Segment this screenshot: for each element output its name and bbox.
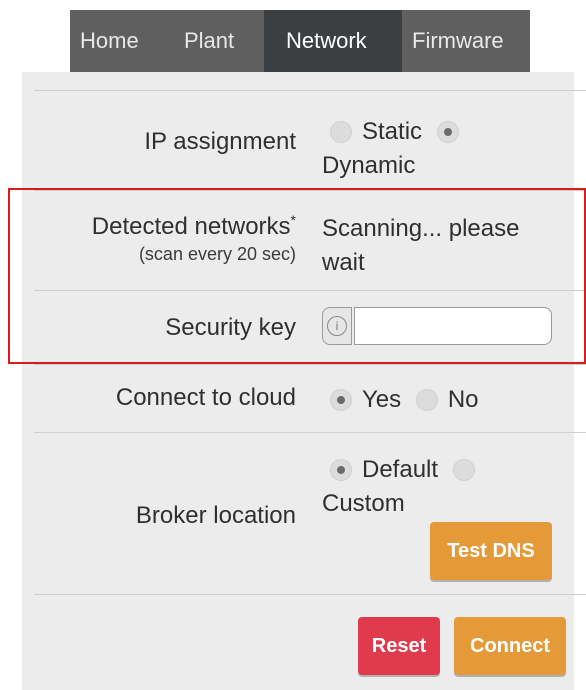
tab-firmware[interactable]: Firmware bbox=[402, 10, 530, 72]
required-mark: * bbox=[290, 212, 296, 228]
no-option-label: No bbox=[447, 385, 479, 413]
broker-location-group: Default Custom bbox=[322, 452, 552, 521]
reset-button[interactable]: Reset bbox=[358, 617, 440, 675]
yes-option-label: Yes bbox=[362, 385, 402, 413]
radio-broker-custom[interactable] bbox=[452, 458, 475, 481]
connect-to-cloud-group: Yes No bbox=[322, 382, 479, 417]
divider bbox=[34, 190, 586, 191]
detected-networks-label-text: Detected networks bbox=[91, 213, 291, 240]
divider bbox=[34, 432, 586, 433]
scan-interval-note: (scan every 20 sec) bbox=[138, 244, 296, 264]
ip-assignment-label: IP assignment bbox=[144, 128, 296, 155]
divider bbox=[34, 90, 586, 91]
radio-cloud-yes[interactable] bbox=[330, 388, 352, 411]
info-icon: i bbox=[322, 307, 352, 345]
divider bbox=[34, 364, 586, 365]
connect-button[interactable]: Connect bbox=[454, 617, 566, 675]
tab-network[interactable]: Network bbox=[264, 10, 402, 72]
radio-broker-default[interactable] bbox=[330, 458, 352, 481]
tab-plant[interactable]: Plant bbox=[170, 10, 264, 72]
custom-option-label: Custom bbox=[322, 489, 405, 517]
radio-static[interactable] bbox=[330, 120, 352, 143]
scan-status: Scanning... please wait bbox=[322, 215, 520, 276]
broker-location-label: Broker location bbox=[135, 502, 296, 529]
divider bbox=[34, 290, 586, 291]
ip-assignment-group: Static Dynamic bbox=[322, 114, 552, 183]
network-settings-panel: IP assignment Static Dynamic Detected ne… bbox=[22, 72, 586, 690]
radio-cloud-no[interactable] bbox=[415, 388, 438, 411]
test-dns-button[interactable]: Test DNS bbox=[430, 522, 552, 580]
divider bbox=[34, 594, 586, 595]
detected-networks-label: Detected networks* bbox=[92, 212, 296, 241]
security-key-label: Security key bbox=[165, 314, 296, 341]
tab-home[interactable]: Home bbox=[70, 10, 170, 72]
static-option-label: Static bbox=[362, 117, 423, 145]
top-nav: Home Plant Network Firmware bbox=[70, 10, 530, 72]
radio-dynamic[interactable] bbox=[436, 120, 459, 143]
default-option-label: Default bbox=[362, 455, 439, 483]
dynamic-option-label: Dynamic bbox=[322, 151, 416, 179]
security-key-field: i bbox=[322, 307, 552, 345]
connect-to-cloud-label: Connect to cloud bbox=[115, 384, 296, 411]
security-key-input[interactable] bbox=[354, 307, 552, 345]
